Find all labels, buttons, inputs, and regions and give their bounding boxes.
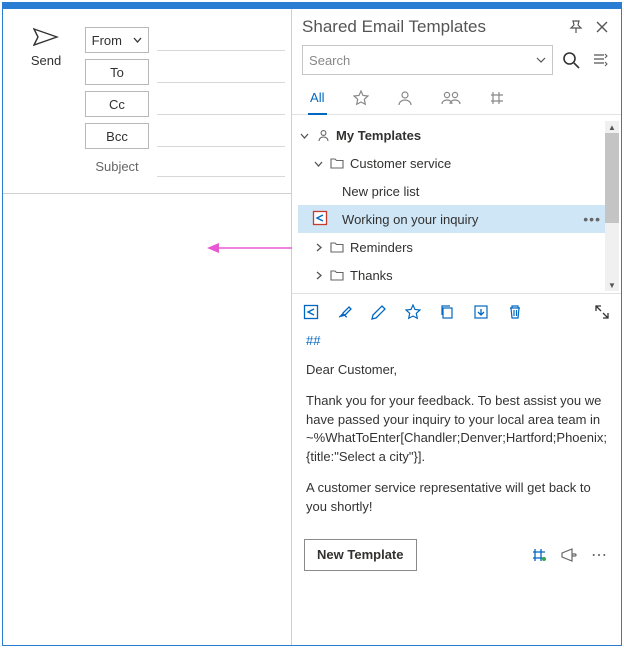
person-icon	[397, 90, 413, 106]
chevron-right-icon	[314, 243, 328, 252]
tree-folder-label: Thanks	[346, 268, 393, 283]
expand-icon[interactable]	[593, 303, 611, 321]
feedback-icon[interactable]	[559, 545, 579, 565]
templates-tree: My Templates Customer service New price …	[292, 115, 621, 293]
tab-all[interactable]: All	[310, 81, 324, 114]
subject-label: Subject	[85, 159, 149, 174]
chevron-down-icon	[300, 131, 314, 140]
chevron-right-icon	[314, 271, 328, 280]
send-label: Send	[31, 53, 61, 68]
scroll-up-icon[interactable]: ▲	[605, 121, 619, 133]
search-icon	[562, 51, 580, 69]
bcc-field[interactable]	[157, 125, 285, 147]
preview-greeting: Dear Customer,	[306, 361, 607, 380]
favorite-icon[interactable]	[404, 303, 422, 321]
insert-icon	[312, 210, 328, 226]
tree-folder-label: Customer service	[346, 156, 451, 171]
bcc-button[interactable]: Bcc	[85, 123, 149, 149]
tree-folder-reminders[interactable]: Reminders	[298, 233, 619, 261]
to-button[interactable]: To	[85, 59, 149, 85]
tab-tags[interactable]	[489, 81, 505, 114]
folder-icon	[328, 269, 346, 281]
templates-pane: Shared Email Templates Search	[292, 9, 621, 645]
scrollbar[interactable]: ▲ ▼	[605, 121, 619, 291]
import-icon[interactable]	[472, 303, 490, 321]
tab-team[interactable]	[441, 81, 461, 114]
delete-icon[interactable]	[506, 303, 524, 321]
subject-field[interactable]	[157, 155, 285, 177]
tab-personal[interactable]	[397, 81, 413, 114]
folder-icon	[328, 241, 346, 253]
tree-item-working-on-inquiry[interactable]: Working on your inquiry •••	[298, 205, 619, 233]
bcc-label: Bcc	[106, 129, 128, 144]
tree-item-label: New price list	[338, 184, 419, 199]
preview-body-2: A customer service representative will g…	[306, 479, 607, 517]
tree-root-label: My Templates	[332, 128, 421, 143]
people-icon	[441, 90, 461, 106]
chevron-down-icon	[133, 37, 142, 43]
pin-icon[interactable]	[567, 18, 585, 36]
to-label: To	[110, 65, 124, 80]
chevron-down-icon[interactable]	[536, 57, 546, 63]
hash-tag-icon[interactable]	[529, 545, 549, 565]
search-input[interactable]: Search	[302, 45, 553, 75]
more-menu-icon[interactable]: ⋯	[589, 545, 609, 565]
new-template-label: New Template	[317, 547, 403, 562]
edit-icon[interactable]	[370, 303, 388, 321]
new-template-button[interactable]: New Template	[304, 539, 416, 571]
to-field[interactable]	[157, 61, 285, 83]
send-button[interactable]: Send	[17, 27, 75, 68]
hash-marker: ##	[306, 332, 607, 351]
tab-all-label: All	[310, 90, 324, 105]
close-icon[interactable]	[593, 18, 611, 36]
tree-folder-thanks[interactable]: Thanks	[298, 261, 619, 289]
tabs: All	[292, 81, 621, 115]
tab-favorites[interactable]	[353, 81, 369, 114]
tree-item-label: Working on your inquiry	[338, 212, 478, 227]
hash-icon	[489, 90, 505, 106]
chevron-down-icon	[314, 159, 328, 168]
preview-body-1: Thank you for your feedback. To best ass…	[306, 392, 607, 467]
edit-signature-icon[interactable]	[336, 303, 354, 321]
send-icon	[33, 27, 59, 47]
person-icon	[314, 129, 332, 142]
insert-template-icon[interactable]	[302, 303, 320, 321]
tree-folder-customer-service[interactable]: Customer service	[298, 149, 619, 177]
cc-field[interactable]	[157, 93, 285, 115]
search-placeholder: Search	[309, 53, 536, 68]
scroll-thumb[interactable]	[605, 133, 619, 223]
filter-icon[interactable]	[589, 49, 611, 71]
more-icon[interactable]: •••	[583, 211, 601, 227]
template-toolbar	[292, 294, 621, 330]
cc-button[interactable]: Cc	[85, 91, 149, 117]
pane-title: Shared Email Templates	[302, 17, 559, 37]
compose-pane: Send From To	[3, 9, 292, 645]
copy-icon[interactable]	[438, 303, 456, 321]
template-preview: ## Dear Customer, Thank you for your fee…	[292, 330, 621, 533]
search-button[interactable]	[559, 48, 583, 72]
tree-root[interactable]: My Templates	[298, 121, 619, 149]
star-icon	[353, 90, 369, 106]
from-field[interactable]	[157, 29, 285, 51]
folder-icon	[328, 157, 346, 169]
tree-folder-label: Reminders	[346, 240, 413, 255]
tree-item-new-price-list[interactable]: New price list	[298, 177, 619, 205]
scroll-down-icon[interactable]: ▼	[605, 279, 619, 291]
from-label: From	[92, 33, 122, 48]
compose-divider	[3, 193, 291, 194]
cc-label: Cc	[109, 97, 125, 112]
from-button[interactable]: From	[85, 27, 149, 53]
bottom-bar: New Template ⋯	[292, 533, 621, 581]
